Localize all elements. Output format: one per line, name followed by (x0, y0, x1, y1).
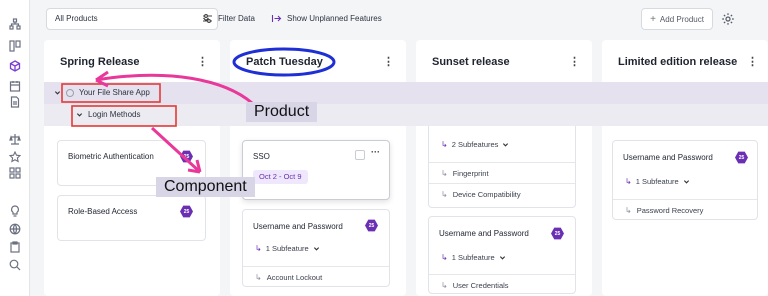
kebab-menu-icon[interactable]: ⋮ (569, 55, 580, 68)
show-unplanned-button[interactable]: Show Unplanned Features (271, 13, 382, 24)
subfeature-name: User Credentials (452, 281, 509, 290)
subfeature-name: Password Recovery (636, 206, 704, 215)
gear-icon[interactable] (721, 12, 735, 26)
subfeature-item[interactable]: ↳ Password Recovery (625, 206, 703, 215)
chevron-down-icon (503, 143, 509, 147)
subfeature-icon: ↳ (625, 177, 632, 186)
subfeature-count: 1 Subfeature (265, 244, 309, 253)
feature-card-username-password[interactable]: Username and Password 25 ↳ 1 Subfeature … (612, 140, 758, 220)
date-range-tag: Oct 2 - Oct 9 (253, 170, 308, 184)
feature-card-sso[interactable]: SSO ··· Oct 2 - Oct 9 (242, 140, 390, 200)
left-nav (0, 0, 30, 296)
clipboard-icon[interactable] (9, 241, 21, 253)
zoom-icon[interactable] (9, 259, 21, 271)
add-product-label: Add Product (659, 14, 704, 24)
star-icon[interactable] (9, 151, 21, 163)
subfeature-icon: ↳ (441, 140, 448, 149)
product-select-value: All Products (55, 14, 98, 23)
column-title: Spring Release (60, 56, 140, 68)
subfeature-arrow-icon: ↳ (625, 206, 632, 215)
feature-name: Role-Based Access (68, 207, 138, 216)
feature-card-role-based[interactable]: Role-Based Access 25 (57, 195, 206, 241)
product-annotation-label: Product (246, 102, 318, 122)
subfeature-toggle[interactable]: ↳ 1 Subfeature (625, 177, 690, 186)
filter-data-label: Filter Data (218, 14, 255, 23)
feature-name: Biometric Authentication (68, 152, 154, 161)
product-swimlane[interactable]: Your File Share App (44, 82, 768, 104)
subfeature-arrow-icon: ↳ (441, 281, 448, 290)
subfeature-toggle[interactable]: ↳ 1 Subfeature (441, 253, 506, 262)
score-badge: 25 (180, 150, 193, 163)
score-badge: 25 (551, 227, 564, 240)
subfeature-name: Account Lockout (266, 273, 323, 282)
score-badge: 25 (365, 219, 378, 232)
calendar-icon[interactable] (9, 80, 21, 92)
toolbar: All Products Filter Data Show Unplanned … (30, 0, 768, 40)
feature-card-username-password[interactable]: Username and Password 25 ↳ 1 Subfeature … (428, 216, 576, 294)
globe-icon[interactable] (9, 223, 21, 235)
component-name: Login Methods (88, 110, 141, 119)
arrow-right-bar-icon (271, 15, 282, 22)
show-unplanned-label: Show Unplanned Features (287, 14, 382, 23)
lightbulb-icon[interactable] (9, 205, 21, 217)
chevron-down-icon (683, 180, 689, 184)
kebab-menu-icon[interactable]: ⋮ (747, 55, 758, 68)
divider (613, 199, 757, 200)
subfeature-item[interactable]: ↳ User Credentials (441, 281, 509, 290)
subfeature-count: 2 Subfeatures (451, 140, 499, 149)
subfeature-item[interactable]: ↳ Account Lockout (255, 273, 322, 282)
divider (243, 266, 389, 267)
feature-name: SSO (253, 152, 270, 161)
divider (429, 162, 575, 163)
score-badge: 25 (735, 151, 748, 164)
document-icon[interactable] (9, 96, 21, 108)
subfeature-count: 1 Subfeature (451, 253, 495, 262)
board-icon[interactable] (9, 40, 21, 52)
sliders-icon (203, 14, 212, 23)
kebab-menu-icon[interactable]: ⋮ (383, 55, 394, 68)
column-title: Limited edition release (618, 56, 738, 68)
chevron-down-icon (76, 113, 83, 117)
subfeature-arrow-icon: ↳ (441, 169, 448, 178)
filter-data-button[interactable]: Filter Data (202, 13, 255, 24)
more-options-icon[interactable]: ··· (371, 147, 380, 157)
subfeature-item[interactable]: ↳ Fingerprint (441, 169, 489, 178)
product-select[interactable]: All Products (46, 8, 218, 30)
feature-name: Username and Password (623, 153, 713, 162)
subfeature-count: 1 Subfeature (635, 177, 679, 186)
subfeature-icon: ↳ (441, 253, 448, 262)
hierarchy-icon[interactable] (9, 18, 21, 30)
grid-icon[interactable] (9, 167, 21, 179)
cube-icon[interactable] (9, 60, 21, 72)
score-badge: 25 (180, 205, 193, 218)
divider (429, 183, 575, 184)
component-annotation-label: Component (156, 177, 255, 197)
feature-card-username-password[interactable]: Username and Password 25 ↳ 1 Subfeature … (242, 209, 390, 287)
add-product-button[interactable]: + Add Product (641, 8, 713, 30)
subfeature-arrow-icon: ↳ (255, 273, 262, 282)
subfeature-toggle[interactable]: ↳ 2 Subfeatures (441, 140, 509, 149)
select-checkbox[interactable] (355, 150, 365, 160)
divider (429, 274, 575, 275)
subfeature-name: Device Compatibility (452, 190, 521, 199)
kebab-menu-icon[interactable]: ⋮ (197, 55, 208, 68)
subfeature-icon: ↳ (255, 244, 262, 253)
feature-name: Username and Password (253, 222, 343, 231)
plus-icon: + (650, 13, 656, 25)
subfeature-arrow-icon: ↳ (441, 190, 448, 199)
subfeature-name: Fingerprint (452, 169, 489, 178)
chevron-down-icon (54, 91, 61, 95)
feature-card-sunset-subfeatures[interactable]: ↳ 2 Subfeatures ↳ Fingerprint ↳ Device C… (428, 126, 576, 208)
scale-icon[interactable] (9, 133, 21, 145)
subfeature-item[interactable]: ↳ Device Compatibility (441, 190, 521, 199)
chevron-down-icon (313, 247, 319, 251)
product-name: Your File Share App (79, 88, 150, 97)
subfeature-toggle[interactable]: ↳ 1 Subfeature (255, 244, 320, 253)
product-dot-icon (66, 88, 74, 97)
column-title: Sunset release (432, 56, 510, 68)
component-swimlane[interactable]: Login Methods (44, 104, 768, 126)
feature-name: Username and Password (439, 229, 529, 238)
chevron-down-icon (499, 256, 505, 260)
column-title: Patch Tuesday (246, 56, 323, 68)
